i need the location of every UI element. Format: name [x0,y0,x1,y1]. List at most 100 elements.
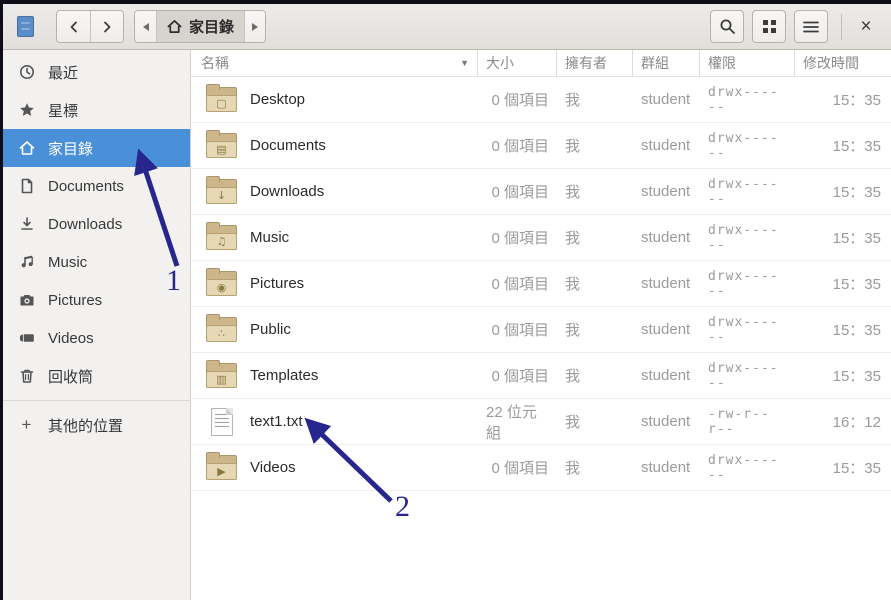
file-perms: drwx------ [700,261,795,306]
file-modified: 15：35 [795,307,891,352]
file-perms: drwx------ [700,215,795,260]
column-header-size[interactable]: 大小 [478,50,557,76]
path-bar: 家目錄 [134,10,266,43]
sidebar-item-other-locations[interactable]: + 其他的位置 [3,406,190,444]
column-header-group[interactable]: 群組 [633,50,700,76]
trash-icon [18,368,35,385]
file-perms: drwx------ [700,77,795,122]
folder-icon: ↓ [206,179,237,204]
list-header: 名稱 ▼ 大小 擁有者 群組 權限 修改時間 [191,50,891,77]
file-perms: drwx------ [700,307,795,352]
file-owner: 我 [557,445,633,490]
column-header-owner[interactable]: 擁有者 [557,50,633,76]
file-row-videos[interactable]: ▶Videos 0 個項目 我 student drwx------ 15：35 [191,445,891,491]
sidebar-item-recent[interactable]: 最近 [3,53,190,91]
search-button[interactable] [710,10,744,43]
sidebar-item-label: 星標 [48,100,78,121]
file-row-downloads[interactable]: ↓Downloads 0 個項目 我 student drwx------ 15… [191,169,891,215]
sidebar-item-videos[interactable]: Videos [3,319,190,357]
file-size: 0 個項目 [478,261,557,306]
hamburger-menu-button[interactable] [794,10,828,43]
camera-icon [18,292,35,309]
download-icon [18,216,35,233]
close-window-button[interactable]: × [851,12,881,42]
sidebar-item-downloads[interactable]: Downloads [3,205,190,243]
file-perms: drwx------ [700,169,795,214]
triangle-left-icon [142,22,150,32]
column-label: 名稱 [201,53,229,73]
file-row-text1-txt[interactable]: text1.txt 22 位元組 我 student -rw-r--r-- 16… [191,399,891,445]
file-row-desktop[interactable]: ▢Desktop 0 個項目 我 student drwx------ 15：3… [191,77,891,123]
sidebar-item-label: 最近 [48,62,78,83]
column-header-name[interactable]: 名稱 ▼ [191,50,478,76]
file-name: Videos [250,459,296,476]
folder-icon: ♫ [206,225,237,250]
sidebar-item-label: Music [48,254,87,271]
file-name: Desktop [250,91,305,108]
plus-icon: + [18,417,35,434]
folder-icon: ∴ [206,317,237,342]
file-modified: 15：35 [795,77,891,122]
folder-icon: ▢ [206,87,237,112]
file-group: student [633,307,700,352]
file-owner: 我 [557,123,633,168]
nav-button-group [56,10,124,43]
back-button[interactable] [57,11,90,42]
sidebar-item-pictures[interactable]: Pictures [3,281,190,319]
emblem-camera-icon: ◉ [206,279,237,295]
grid-view-icon [762,19,777,34]
file-modified: 15：35 [795,169,891,214]
sidebar-item-label: Pictures [48,292,102,309]
sidebar-item-documents[interactable]: Documents [3,167,190,205]
sidebar-item-label: 回收筒 [48,366,93,387]
file-group: student [633,445,700,490]
sidebar-item-home[interactable]: 家目錄 [3,129,190,167]
file-row-documents[interactable]: ▤Documents 0 個項目 我 student drwx------ 15… [191,123,891,169]
document-icon [18,178,35,195]
path-button-label: 家目錄 [189,16,234,37]
file-row-public[interactable]: ∴Public 0 個項目 我 student drwx------ 15：35 [191,307,891,353]
file-row-pictures[interactable]: ◉Pictures 0 個項目 我 student drwx------ 15：… [191,261,891,307]
file-row-music[interactable]: ♫Music 0 個項目 我 student drwx------ 15：35 [191,215,891,261]
music-note-icon [18,254,35,271]
file-perms: drwx------ [700,353,795,398]
path-scroll-right-button[interactable] [244,11,265,42]
files-app-icon [17,16,34,37]
path-button-home[interactable]: 家目錄 [156,11,244,42]
file-modified: 15：35 [795,445,891,490]
column-header-perms[interactable]: 權限 [700,50,795,76]
sidebar-item-starred[interactable]: 星標 [3,91,190,129]
chevron-right-icon [99,19,115,35]
emblem-download-icon: ↓ [206,187,237,203]
star-icon [18,102,35,119]
sort-descending-icon: ▼ [460,58,469,68]
file-name: Downloads [250,183,324,200]
sidebar-item-label: Videos [48,330,94,347]
folder-icon: ▤ [206,133,237,158]
file-group: student [633,353,700,398]
grid-view-button[interactable] [752,10,786,43]
file-manager-window: 家目錄 × 最近 [3,4,891,600]
sidebar-item-trash[interactable]: 回收筒 [3,357,190,395]
sidebar-item-music[interactable]: Music [3,243,190,281]
file-owner: 我 [557,215,633,260]
file-row-templates[interactable]: ▥Templates 0 個項目 我 student drwx------ 15… [191,353,891,399]
file-perms: drwx------ [700,123,795,168]
column-label: 權限 [708,53,736,73]
file-name: text1.txt [250,413,303,430]
file-group: student [633,123,700,168]
file-modified: 15：35 [795,353,891,398]
triangle-right-icon [251,22,259,32]
column-header-modified[interactable]: 修改時間 [795,50,891,76]
file-owner: 我 [557,399,633,444]
path-scroll-left-button[interactable] [135,11,156,42]
file-size: 22 位元組 [478,399,557,444]
file-size: 0 個項目 [478,353,557,398]
sidebar-item-label: Downloads [48,216,122,233]
file-group: student [633,77,700,122]
chevron-left-icon [66,19,82,35]
file-modified: 15：35 [795,215,891,260]
file-owner: 我 [557,353,633,398]
file-size: 0 個項目 [478,123,557,168]
forward-button[interactable] [90,11,123,42]
